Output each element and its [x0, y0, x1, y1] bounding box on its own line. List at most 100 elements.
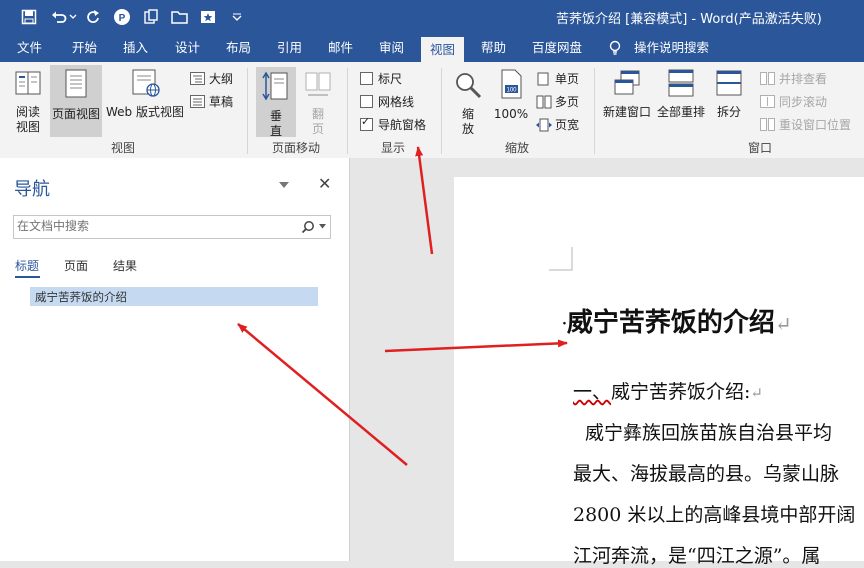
- side-to-side-icon: [305, 72, 331, 96]
- ribbon-tabs: 文件 开始 插入 设计 布局 引用 邮件 审阅 视图 帮助 百度网盘 操作说明搜…: [0, 34, 864, 62]
- reset-window-position-button[interactable]: 重设窗口位置: [760, 116, 851, 133]
- views-group-label: 视图: [111, 141, 136, 155]
- tab-review[interactable]: 审阅: [379, 34, 404, 62]
- print-layout-button[interactable]: 页面视图: [50, 65, 102, 137]
- zoom-100-label: 100%: [493, 107, 529, 121]
- multi-page-button[interactable]: 多页: [536, 93, 579, 110]
- p-icon[interactable]: P: [111, 6, 133, 28]
- multi-page-label: 多页: [555, 95, 580, 109]
- print-layout-icon: [65, 69, 87, 98]
- close-icon[interactable]: ✕: [318, 174, 331, 193]
- nav-tab-headings[interactable]: 标题: [15, 257, 39, 274]
- nav-pane-title: 导航: [14, 179, 50, 200]
- split-button[interactable]: 拆分: [711, 68, 747, 120]
- split-label: 拆分: [716, 105, 741, 119]
- open-icon[interactable]: [169, 6, 191, 28]
- star-icon[interactable]: [197, 6, 219, 28]
- nav-tab-pages[interactable]: 页面: [64, 257, 88, 274]
- nav-pane-options-icon[interactable]: [279, 178, 289, 192]
- search-input[interactable]: [17, 218, 287, 234]
- body-line[interactable]: 最大、海拔最高的县。乌蒙山脉: [573, 459, 839, 486]
- magnifier-icon: [456, 73, 482, 99]
- navigation-pane: 导航 ✕ 标题 页面 结果 威宁苦荞饭的介绍: [0, 158, 350, 561]
- gridlines-check-box[interactable]: [360, 95, 373, 108]
- tab-design[interactable]: 设计: [175, 34, 200, 62]
- document-heading[interactable]: ·威宁苦荞饭的介绍↵: [562, 302, 792, 339]
- tab-mailings[interactable]: 邮件: [328, 34, 353, 62]
- search-icon[interactable]: [301, 220, 315, 234]
- page-width-icon: [536, 118, 552, 131]
- body-line[interactable]: 江河奔流，是“四江之源”。属: [573, 541, 820, 568]
- sync-scroll-button[interactable]: 同步滚动: [760, 93, 827, 110]
- page-width-button[interactable]: 页宽: [536, 116, 579, 133]
- side-to-side-label: 翻 页: [311, 107, 324, 136]
- side-by-side-icon: [760, 72, 775, 85]
- web-layout-button[interactable]: Web 版式视图: [104, 68, 186, 120]
- document-page[interactable]: ·威宁苦荞饭的介绍↵ 一、威宁苦荞饭介绍:↵ 威宁彝族回族苗族自治县平均 最大、…: [454, 177, 864, 567]
- paragraph-mark-icon: ↵: [750, 384, 763, 402]
- new-window-icon: [614, 70, 640, 95]
- vertical-label: 垂 直: [269, 109, 282, 138]
- vertical-button[interactable]: 垂 直: [256, 67, 296, 138]
- gridlines-checkbox[interactable]: 网格线: [360, 93, 414, 110]
- document-subheading[interactable]: 一、威宁苦荞饭介绍:↵: [573, 377, 763, 404]
- zoom-100-button[interactable]: 100 100%: [492, 68, 530, 122]
- one-page-button[interactable]: 单页: [536, 70, 579, 87]
- nav-heading-label: 威宁苦荞饭的介绍: [35, 290, 127, 304]
- body-line[interactable]: 2800 米以上的高峰县境中部开阔: [573, 500, 855, 527]
- undo-dropdown-icon[interactable]: [68, 6, 78, 28]
- lightbulb-icon: [609, 40, 621, 55]
- tab-help[interactable]: 帮助: [481, 34, 506, 62]
- nav-pane-check-box[interactable]: [360, 115, 373, 131]
- multi-page-icon: [536, 95, 552, 108]
- read-mode-button[interactable]: 阅读 视图: [8, 68, 48, 135]
- window-group-label: 窗口: [748, 141, 773, 155]
- tab-insert[interactable]: 插入: [123, 34, 148, 62]
- show-group-label: 显示: [381, 141, 406, 155]
- tab-references[interactable]: 引用: [277, 34, 302, 62]
- new-window-button[interactable]: 新建窗口: [601, 68, 653, 120]
- nav-pane-checkbox[interactable]: 导航窗格: [360, 115, 427, 133]
- side-by-side-button[interactable]: 并排查看: [760, 70, 827, 87]
- side-to-side-button[interactable]: 翻 页: [300, 70, 336, 137]
- nav-heading-item[interactable]: 威宁苦荞饭的介绍: [30, 287, 318, 306]
- tab-file[interactable]: 文件: [17, 34, 42, 62]
- save-icon[interactable]: [18, 6, 40, 28]
- web-layout-label: Web 版式视图: [106, 105, 184, 119]
- draft-button[interactable]: 草稿: [190, 93, 233, 110]
- tab-home[interactable]: 开始: [72, 34, 97, 62]
- tab-view[interactable]: 视图: [421, 37, 465, 62]
- tab-baidu-netdisk[interactable]: 百度网盘: [532, 34, 582, 62]
- body-line[interactable]: 威宁彝族回族苗族自治县平均: [585, 418, 832, 445]
- one-page-icon: [537, 72, 549, 85]
- active-tab-indicator: [15, 276, 40, 278]
- sync-scroll-label: 同步滚动: [779, 95, 828, 109]
- nav-pane-label: 导航窗格: [378, 118, 427, 132]
- arrange-all-label: 全部重排: [656, 105, 705, 119]
- clipboard-icon[interactable]: [140, 6, 162, 28]
- ruler-checkbox[interactable]: 标尺: [360, 70, 402, 87]
- group-divider: [347, 68, 348, 154]
- page-width-label: 页宽: [555, 118, 580, 132]
- redo-icon[interactable]: [82, 6, 104, 28]
- search-box[interactable]: [13, 215, 331, 239]
- tell-me-search[interactable]: 操作说明搜索: [608, 34, 709, 62]
- web-layout-icon: [132, 69, 160, 97]
- window-title: 苦荞饭介绍 [兼容模式] - Word(产品激活失败): [556, 12, 822, 27]
- arrange-all-button[interactable]: 全部重排: [655, 68, 707, 120]
- customize-icon[interactable]: [228, 6, 246, 28]
- subheading-number: 一、: [573, 381, 612, 403]
- group-divider: [594, 68, 595, 154]
- undo-icon[interactable]: [48, 6, 70, 28]
- zoom-button[interactable]: 缩 放: [450, 70, 486, 137]
- read-mode-icon: [15, 71, 41, 95]
- nav-tab-results[interactable]: 结果: [113, 257, 137, 274]
- ruler-check-box[interactable]: [360, 72, 373, 85]
- outline-button[interactable]: 大纲: [190, 70, 233, 87]
- tell-me-label: 操作说明搜索: [634, 40, 710, 55]
- tab-layout[interactable]: 布局: [226, 34, 251, 62]
- vertical-scroll-icon: [262, 71, 288, 101]
- sync-scroll-icon: [760, 95, 775, 108]
- gridlines-label: 网格线: [378, 95, 415, 109]
- search-options-icon[interactable]: [319, 224, 326, 229]
